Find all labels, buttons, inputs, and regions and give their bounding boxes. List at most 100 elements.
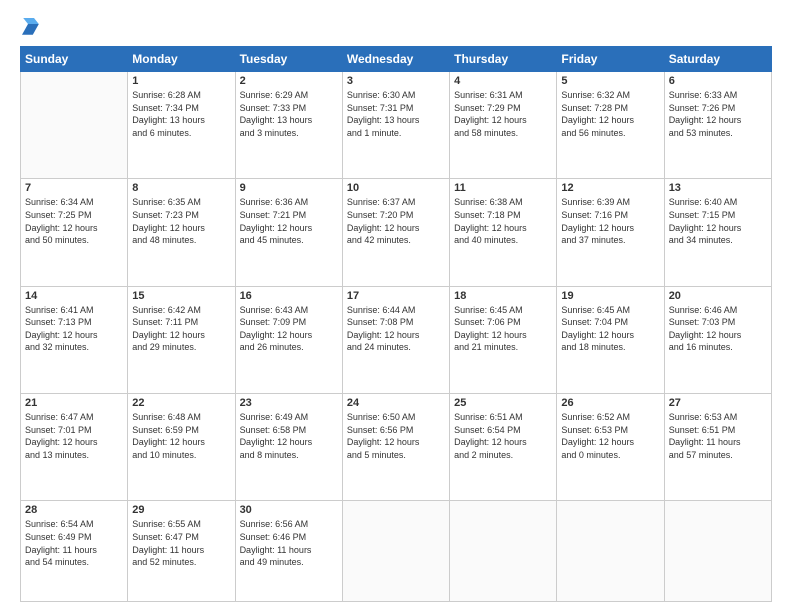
day-number: 9 <box>240 182 338 194</box>
calendar-cell: 9Sunrise: 6:36 AM Sunset: 7:21 PM Daylig… <box>235 179 342 286</box>
calendar-cell: 3 Sunrise: 6:30 AM Sunset: 7:31 PM Daylig… <box>342 72 449 179</box>
calendar-week-5: 28 Sunrise: 6:54 AM Sunset: 6:49 PM Dayli… <box>21 501 772 602</box>
calendar-cell: 19 Sunrise: 6:45 AM Sunset: 7:04 PM Dayli… <box>557 286 664 393</box>
calendar-week-2: 7Sunrise: 6:34 AM Sunset: 7:25 PM Daylig… <box>21 179 772 286</box>
day-number: 20 <box>669 290 767 302</box>
calendar-cell <box>664 501 771 602</box>
day-info: Sunrise: 6:38 AM Sunset: 7:18 PM Dayligh… <box>454 196 552 246</box>
calendar-cell: 22 Sunrise: 6:48 AM Sunset: 6:59 PM Dayli… <box>128 393 235 500</box>
day-number: 18 <box>454 290 552 302</box>
day-number: 25 <box>454 397 552 409</box>
calendar-cell: 16 Sunrise: 6:43 AM Sunset: 7:09 PM Dayli… <box>235 286 342 393</box>
day-info: Sunrise: 6:42 AM Sunset: 7:11 PM Dayligh… <box>132 304 230 354</box>
calendar-cell: 11 Sunrise: 6:38 AM Sunset: 7:18 PM Dayli… <box>450 179 557 286</box>
day-number: 5 <box>561 75 659 87</box>
day-number: 12 <box>561 182 659 194</box>
calendar-cell: 14 Sunrise: 6:41 AM Sunset: 7:13 PM Dayli… <box>21 286 128 393</box>
weekday-wednesday: Wednesday <box>342 47 449 72</box>
day-number: 6 <box>669 75 767 87</box>
calendar-cell: 30Sunrise: 6:56 AM Sunset: 6:46 PM Dayli… <box>235 501 342 602</box>
day-number: 28 <box>25 504 123 516</box>
calendar-cell: 17 Sunrise: 6:44 AM Sunset: 7:08 PM Dayli… <box>342 286 449 393</box>
calendar-cell: 1Sunrise: 6:28 AM Sunset: 7:34 PM Daylig… <box>128 72 235 179</box>
day-info: Sunrise: 6:35 AM Sunset: 7:23 PM Dayligh… <box>132 196 230 246</box>
day-number: 29 <box>132 504 230 516</box>
day-number: 8 <box>132 182 230 194</box>
calendar-cell: 20 Sunrise: 6:46 AM Sunset: 7:03 PM Dayli… <box>664 286 771 393</box>
calendar-cell: 27 Sunrise: 6:53 AM Sunset: 6:51 PM Dayli… <box>664 393 771 500</box>
day-number: 7 <box>25 182 123 194</box>
calendar-cell: 25 Sunrise: 6:51 AM Sunset: 6:54 PM Dayli… <box>450 393 557 500</box>
calendar-cell: 28 Sunrise: 6:54 AM Sunset: 6:49 PM Dayli… <box>21 501 128 602</box>
day-number: 10 <box>347 182 445 194</box>
day-number: 30 <box>240 504 338 516</box>
day-info: Sunrise: 6:50 AM Sunset: 6:56 PM Dayligh… <box>347 411 445 461</box>
calendar-cell <box>557 501 664 602</box>
day-info: Sunrise: 6:37 AM Sunset: 7:20 PM Dayligh… <box>347 196 445 246</box>
calendar-cell: 4 Sunrise: 6:31 AM Sunset: 7:29 PM Daylig… <box>450 72 557 179</box>
day-number: 19 <box>561 290 659 302</box>
calendar-cell: 5 Sunrise: 6:32 AM Sunset: 7:28 PM Daylig… <box>557 72 664 179</box>
day-number: 14 <box>25 290 123 302</box>
day-number: 22 <box>132 397 230 409</box>
calendar-cell: 2Sunrise: 6:29 AM Sunset: 7:33 PM Daylig… <box>235 72 342 179</box>
day-number: 17 <box>347 290 445 302</box>
calendar-cell: 10 Sunrise: 6:37 AM Sunset: 7:20 PM Dayli… <box>342 179 449 286</box>
day-info: Sunrise: 6:40 AM Sunset: 7:15 PM Dayligh… <box>669 196 767 246</box>
day-number: 23 <box>240 397 338 409</box>
weekday-monday: Monday <box>128 47 235 72</box>
day-info: Sunrise: 6:51 AM Sunset: 6:54 PM Dayligh… <box>454 411 552 461</box>
page: SundayMondayTuesdayWednesdayThursdayFrid… <box>0 0 792 612</box>
day-info: Sunrise: 6:53 AM Sunset: 6:51 PM Dayligh… <box>669 411 767 461</box>
day-number: 16 <box>240 290 338 302</box>
day-info: Sunrise: 6:48 AM Sunset: 6:59 PM Dayligh… <box>132 411 230 461</box>
day-info: Sunrise: 6:47 AM Sunset: 7:01 PM Dayligh… <box>25 411 123 461</box>
day-info: Sunrise: 6:43 AM Sunset: 7:09 PM Dayligh… <box>240 304 338 354</box>
day-info: Sunrise: 6:32 AM Sunset: 7:28 PM Dayligh… <box>561 89 659 139</box>
calendar-cell <box>342 501 449 602</box>
day-info: Sunrise: 6:41 AM Sunset: 7:13 PM Dayligh… <box>25 304 123 354</box>
day-number: 24 <box>347 397 445 409</box>
day-number: 2 <box>240 75 338 87</box>
weekday-saturday: Saturday <box>664 47 771 72</box>
calendar-cell: 6 Sunrise: 6:33 AM Sunset: 7:26 PM Daylig… <box>664 72 771 179</box>
calendar-cell <box>450 501 557 602</box>
calendar-cell: 18Sunrise: 6:45 AM Sunset: 7:06 PM Dayli… <box>450 286 557 393</box>
calendar-cell: 13Sunrise: 6:40 AM Sunset: 7:15 PM Dayli… <box>664 179 771 286</box>
weekday-friday: Friday <box>557 47 664 72</box>
day-info: Sunrise: 6:31 AM Sunset: 7:29 PM Dayligh… <box>454 89 552 139</box>
day-info: Sunrise: 6:33 AM Sunset: 7:26 PM Dayligh… <box>669 89 767 139</box>
day-info: Sunrise: 6:46 AM Sunset: 7:03 PM Dayligh… <box>669 304 767 354</box>
day-number: 21 <box>25 397 123 409</box>
day-number: 11 <box>454 182 552 194</box>
calendar-cell: 29 Sunrise: 6:55 AM Sunset: 6:47 PM Dayli… <box>128 501 235 602</box>
calendar-cell: 24 Sunrise: 6:50 AM Sunset: 6:56 PM Dayli… <box>342 393 449 500</box>
day-number: 26 <box>561 397 659 409</box>
calendar-cell: 12 Sunrise: 6:39 AM Sunset: 7:16 PM Dayli… <box>557 179 664 286</box>
logo-icon <box>22 18 40 36</box>
calendar-cell: 7Sunrise: 6:34 AM Sunset: 7:25 PM Daylig… <box>21 179 128 286</box>
calendar-cell: 8 Sunrise: 6:35 AM Sunset: 7:23 PM Daylig… <box>128 179 235 286</box>
day-number: 4 <box>454 75 552 87</box>
calendar-cell: 26 Sunrise: 6:52 AM Sunset: 6:53 PM Dayli… <box>557 393 664 500</box>
calendar-cell: 23 Sunrise: 6:49 AM Sunset: 6:58 PM Dayli… <box>235 393 342 500</box>
calendar-cell: 15 Sunrise: 6:42 AM Sunset: 7:11 PM Dayli… <box>128 286 235 393</box>
day-info: Sunrise: 6:55 AM Sunset: 6:47 PM Dayligh… <box>132 518 230 568</box>
weekday-thursday: Thursday <box>450 47 557 72</box>
day-info: Sunrise: 6:44 AM Sunset: 7:08 PM Dayligh… <box>347 304 445 354</box>
weekday-sunday: Sunday <box>21 47 128 72</box>
logo <box>20 18 40 36</box>
day-info: Sunrise: 6:39 AM Sunset: 7:16 PM Dayligh… <box>561 196 659 246</box>
day-number: 15 <box>132 290 230 302</box>
header <box>20 18 772 36</box>
day-info: Sunrise: 6:54 AM Sunset: 6:49 PM Dayligh… <box>25 518 123 568</box>
calendar-week-3: 14 Sunrise: 6:41 AM Sunset: 7:13 PM Dayli… <box>21 286 772 393</box>
day-info: Sunrise: 6:52 AM Sunset: 6:53 PM Dayligh… <box>561 411 659 461</box>
day-number: 27 <box>669 397 767 409</box>
calendar-week-4: 21 Sunrise: 6:47 AM Sunset: 7:01 PM Dayli… <box>21 393 772 500</box>
calendar-cell: 21 Sunrise: 6:47 AM Sunset: 7:01 PM Dayli… <box>21 393 128 500</box>
day-info: Sunrise: 6:30 AM Sunset: 7:31 PM Dayligh… <box>347 89 445 139</box>
day-info: Sunrise: 6:49 AM Sunset: 6:58 PM Dayligh… <box>240 411 338 461</box>
day-number: 3 <box>347 75 445 87</box>
day-info: Sunrise: 6:45 AM Sunset: 7:04 PM Dayligh… <box>561 304 659 354</box>
